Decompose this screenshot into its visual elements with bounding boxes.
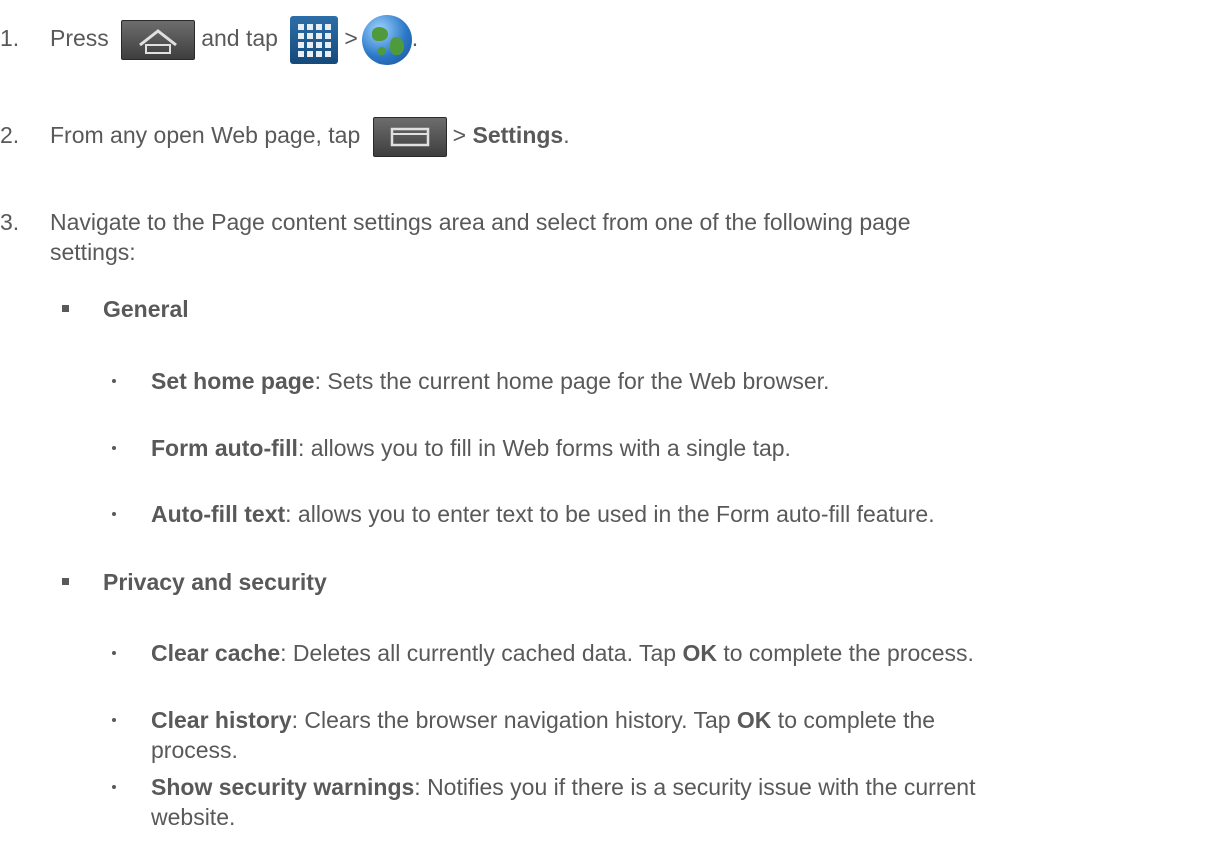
bullet-square (62, 305, 69, 312)
step-text: and tap (201, 25, 278, 51)
bullet-dot (112, 446, 116, 450)
list-item-continuation: website. (151, 804, 236, 830)
list-item: Auto-fill text: allows you to enter text… (151, 501, 935, 527)
step-number: 3. (0, 209, 20, 235)
step-text: > (452, 122, 467, 148)
step-1: 1. Press and tap > . (0, 13, 418, 65)
browser-globe-icon (361, 14, 412, 65)
step-text: Navigate to the Page content settings ar… (50, 209, 911, 235)
bullet-dot (112, 785, 116, 789)
step-text: . (411, 25, 419, 51)
bullet-dot (112, 379, 116, 383)
list-item: Form auto-fill: allows you to fill in We… (151, 435, 791, 461)
step-3-continuation: settings: (50, 239, 136, 265)
step-text: Press (50, 25, 109, 51)
settings-label: Settings (472, 122, 564, 148)
step-text: From any open Web page, tap (50, 122, 361, 148)
list-item: Clear cache: Deletes all currently cache… (151, 640, 974, 666)
apps-icon (290, 15, 339, 64)
step-number: 2. (0, 122, 20, 148)
section-title: Privacy and security (103, 569, 327, 595)
bullet-dot (112, 512, 116, 516)
step-2: 2. From any open Web page, tap > Settings… (0, 110, 570, 160)
step-3: 3. Navigate to the Page content settings … (0, 208, 911, 236)
bullet-dot (112, 651, 116, 655)
home-key-icon (121, 19, 196, 60)
step-number: 1. (0, 25, 20, 51)
section-title: General (103, 296, 189, 322)
list-item: Clear history: Clears the browser naviga… (151, 707, 936, 733)
bullet-square (62, 578, 69, 585)
list-item: Set home page: Sets the current home pag… (151, 368, 830, 394)
step-text: . (563, 122, 570, 148)
step-text: > (344, 25, 358, 51)
list-item: Show security warnings: Notifies you if … (151, 774, 976, 800)
bullet-dot (112, 718, 116, 722)
menu-key-icon (372, 116, 447, 157)
list-item-continuation: process. (151, 737, 238, 763)
